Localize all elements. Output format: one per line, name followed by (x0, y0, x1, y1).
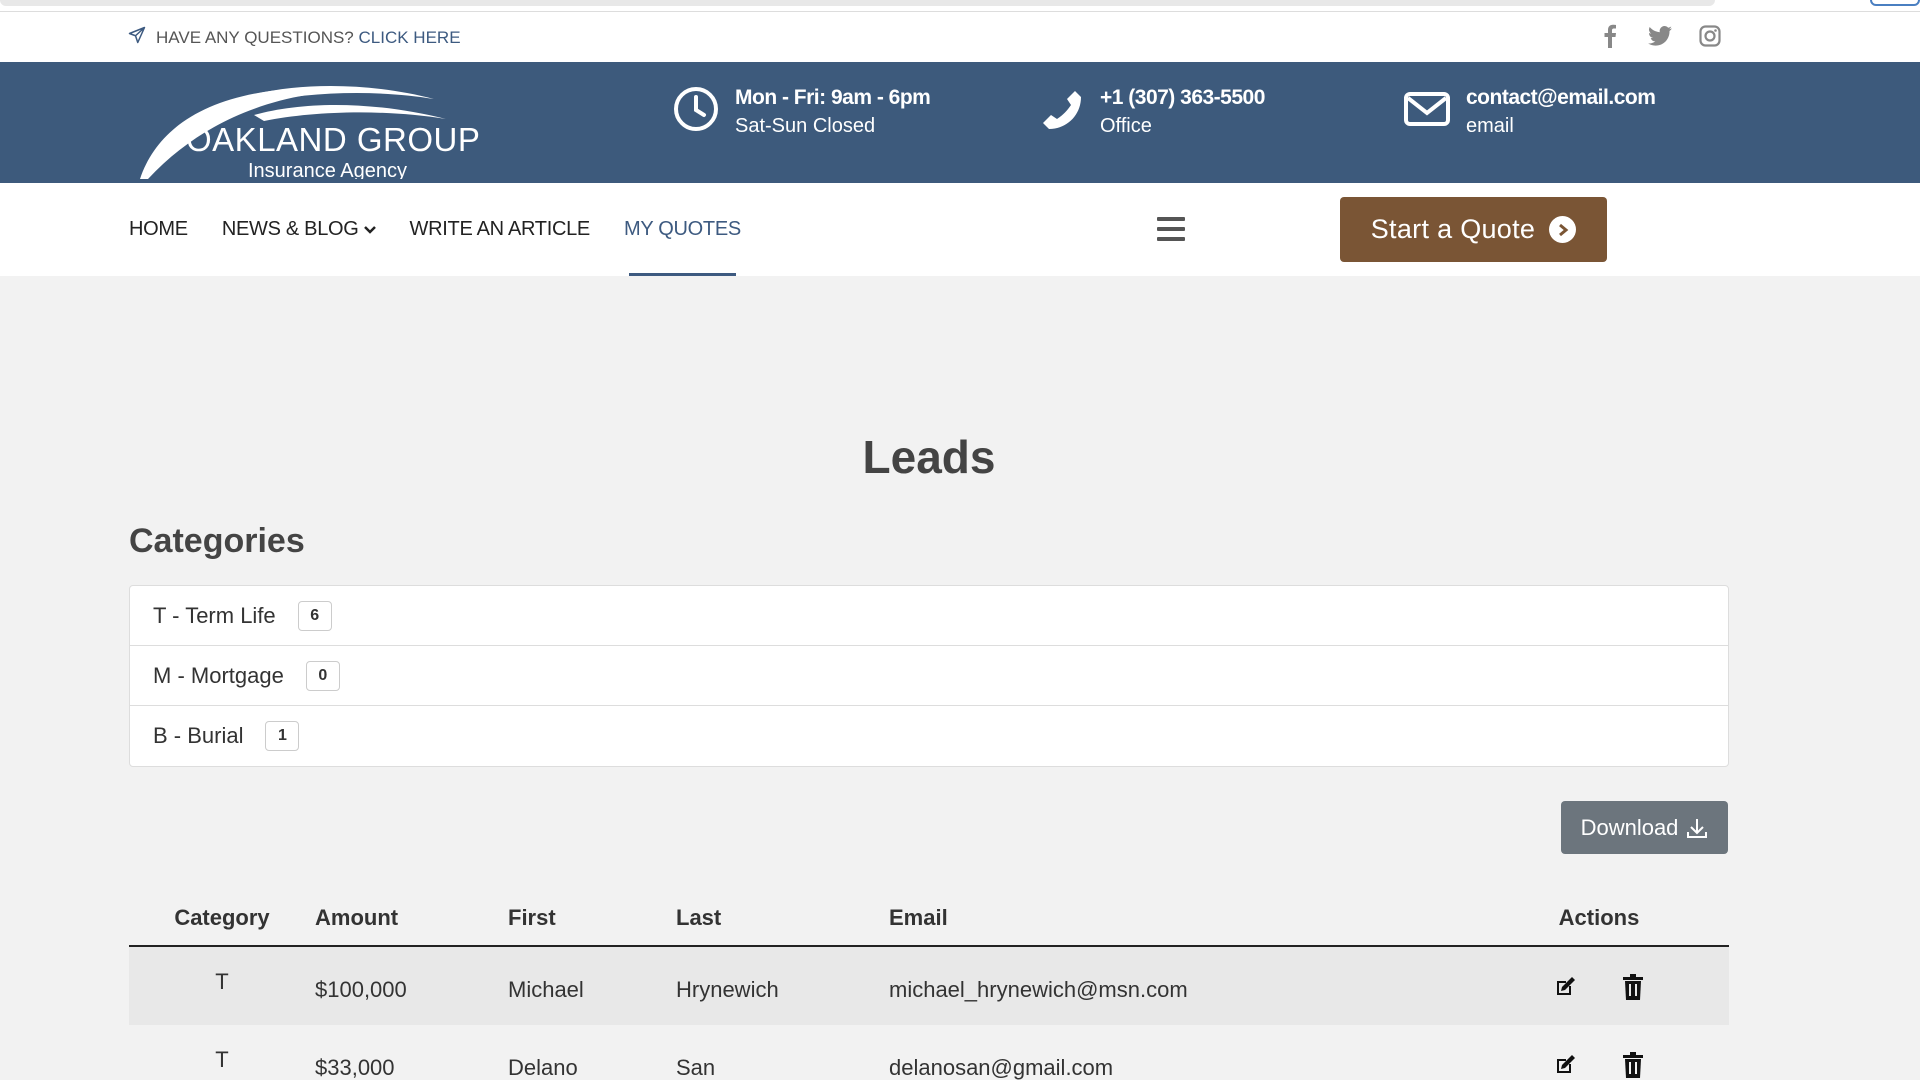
cell-category: T (215, 1047, 229, 1072)
nav-home[interactable]: HOME (129, 183, 188, 276)
browser-pill[interactable] (1870, 0, 1920, 6)
trash-icon[interactable] (1620, 1051, 1646, 1079)
trash-icon[interactable] (1620, 973, 1646, 1001)
download-icon (1686, 817, 1708, 839)
email-address[interactable]: contact@email.com (1466, 84, 1656, 112)
cell-last: San (676, 1055, 716, 1080)
nav-write-article[interactable]: WRITE AN ARTICLE (410, 183, 591, 276)
clock-icon (671, 84, 721, 134)
table-row: T $33,000 Delano San delanosan@gmail.com (129, 1025, 1729, 1080)
category-label: M - Mortgage (153, 662, 284, 688)
cell-first: Michael (508, 977, 584, 1002)
cell-first: Delano (508, 1055, 578, 1080)
categories-list: T - Term Life 6 M - Mortgage 0 B - Buria… (129, 585, 1729, 767)
category-item-burial[interactable]: B - Burial 1 (130, 706, 1728, 766)
questions-line: HAVE ANY QUESTIONS? CLICK HERE (128, 26, 461, 49)
nav-news-blog[interactable]: NEWS & BLOG (222, 183, 376, 276)
cell-email: delanosan@gmail.com (889, 1055, 1114, 1080)
address-bar[interactable] (0, 0, 1715, 6)
table-header: Category Amount First Last Email Actions (129, 890, 1729, 947)
phone-label: Office (1100, 115, 1152, 137)
arrow-right-circle-icon (1549, 216, 1577, 243)
table-row: T $100,000 Michael Hrynewich michael_hry… (129, 947, 1729, 1025)
site-header: OAKLAND GROUP Insurance Agency Mon - Fri… (0, 62, 1920, 183)
cell-email: michael_hrynewich@msn.com (889, 977, 1188, 1002)
cell-amount: $33,000 (315, 1055, 395, 1080)
nav-my-quotes[interactable]: MY QUOTES (624, 183, 741, 276)
row-actions (1469, 947, 1729, 1025)
paper-plane-icon (128, 26, 146, 49)
logo-name: OAKLAND GROUP (186, 121, 480, 158)
header-last[interactable]: Last (676, 905, 889, 931)
twitter-icon[interactable] (1648, 24, 1672, 48)
row-actions (1469, 1025, 1729, 1080)
envelope-icon (1402, 84, 1452, 134)
categories-heading: Categories (129, 522, 305, 560)
category-item-mortgage[interactable]: M - Mortgage 0 (130, 646, 1728, 706)
oakland-group-logo[interactable]: OAKLAND GROUP Insurance Agency (134, 67, 484, 182)
hours-weekend: Sat-Sun Closed (735, 115, 876, 137)
category-label: T - Term Life (153, 602, 276, 628)
edit-icon[interactable] (1552, 1051, 1578, 1079)
leads-table: Category Amount First Last Email Actions… (129, 890, 1729, 1080)
email-info: contact@email.com email (1402, 84, 1656, 140)
category-count-badge: 0 (305, 660, 340, 691)
page-title: Leads (862, 431, 996, 483)
top-bar: HAVE ANY QUESTIONS? CLICK HERE (0, 12, 1920, 62)
category-label: B - Burial (153, 723, 244, 748)
facebook-icon[interactable] (1598, 24, 1622, 48)
hours-info: Mon - Fri: 9am - 6pm Sat-Sun Closed (671, 84, 931, 140)
header-actions: Actions (1558, 904, 1640, 930)
instagram-icon[interactable] (1698, 24, 1722, 48)
social-links (1598, 24, 1722, 48)
download-label: Download (1580, 814, 1679, 840)
main-nav: HOME NEWS & BLOG WRITE AN ARTICLE MY QUO… (0, 183, 1920, 276)
header-first[interactable]: First (508, 905, 676, 931)
header-amount[interactable]: Amount (315, 905, 508, 931)
category-count-badge: 1 (265, 721, 300, 751)
cell-amount: $100,000 (315, 977, 407, 1002)
questions-text: HAVE ANY QUESTIONS? (156, 27, 354, 47)
phone-icon (1036, 84, 1086, 134)
hours-weekday: Mon - Fri: 9am - 6pm (735, 86, 931, 109)
phone-info: +1 (307) 363-5500 Office (1036, 84, 1265, 140)
edit-icon[interactable] (1552, 973, 1578, 1001)
click-here-link[interactable]: CLICK HERE (359, 28, 461, 47)
category-item-term-life[interactable]: T - Term Life 6 (130, 586, 1728, 646)
header-email[interactable]: Email (889, 905, 1469, 931)
header-category[interactable]: Category (129, 905, 315, 931)
email-label: email (1466, 115, 1514, 137)
start-quote-button[interactable]: Start a Quote (1340, 197, 1607, 262)
nav-news-blog-label: NEWS & BLOG (221, 218, 359, 240)
chevron-down-icon (363, 225, 376, 234)
browser-strip (0, 0, 1920, 12)
logo-subtitle: Insurance Agency (248, 160, 407, 179)
cell-category: T (215, 969, 229, 994)
download-button[interactable]: Download (1561, 801, 1728, 854)
phone-number[interactable]: +1 (307) 363-5500 (1100, 84, 1265, 112)
menu-icon[interactable] (1157, 217, 1185, 241)
category-count-badge: 6 (297, 600, 332, 631)
cell-last: Hrynewich (676, 977, 779, 1002)
start-quote-label: Start a Quote (1370, 214, 1536, 244)
